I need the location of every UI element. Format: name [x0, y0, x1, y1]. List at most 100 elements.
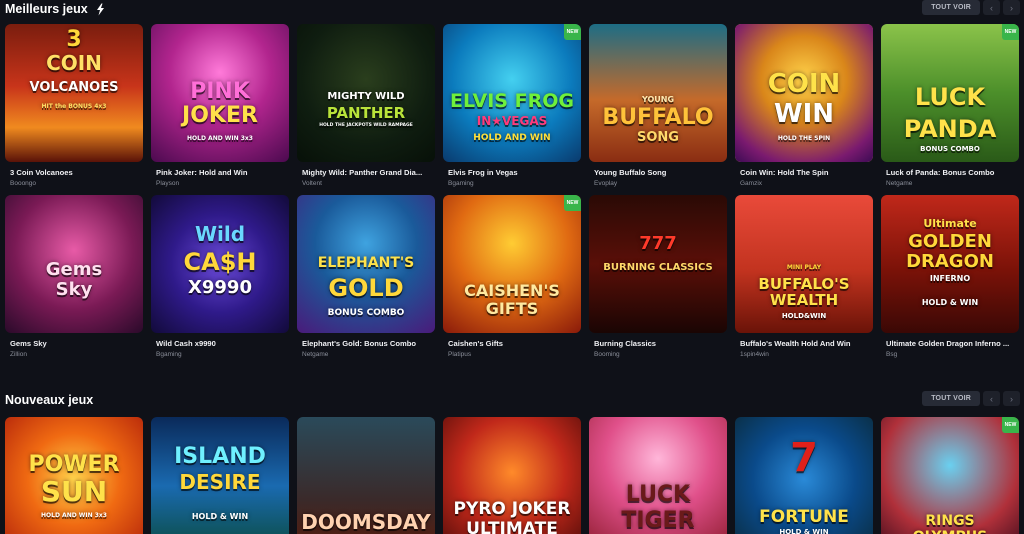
game-thumbnail[interactable]: Wild CA$H X9990	[151, 195, 289, 333]
game-provider: Netgame	[886, 180, 913, 187]
game-card[interactable]: 7 FORTUNE HOLD & WIN	[735, 417, 873, 534]
game-thumbnail[interactable]: POWER SUN HOLD AND WIN 3x3	[5, 417, 143, 534]
game-logo-text: X9990	[188, 277, 252, 298]
prev-arrow-button[interactable]: ‹	[983, 391, 1000, 406]
new-badge: NEW	[1002, 24, 1019, 40]
new-badge: NEW	[1002, 417, 1019, 433]
game-logo-text: PANDA	[903, 115, 997, 143]
game-logo-text: INFERNO	[929, 274, 971, 283]
game-card[interactable]: Ultimate GOLDEN DRAGON INFERNO HOLD & WIN Ult…	[881, 195, 1019, 358]
chevron-right-icon: ›	[1010, 393, 1013, 404]
game-title[interactable]: Ultimate Golden Dragon Inferno ...	[886, 339, 1020, 348]
game-card[interactable]: MINI PLAY BUFFALO'S WEALTH HOLD&WIN Buffalo'…	[735, 195, 873, 358]
game-title[interactable]: Burning Classics	[594, 339, 728, 348]
game-title[interactable]: Pink Joker: Hold and Win	[156, 168, 290, 177]
game-thumbnail[interactable]: LUCK PANDA BONUS COMBO NEW	[881, 24, 1019, 162]
game-title[interactable]: Mighty Wild: Panther Grand Dia...	[302, 168, 436, 177]
game-card[interactable]: ELVIS FROG IN★VEGAS HOLD AND WIN NEW Elvis F…	[443, 24, 581, 187]
game-logo-text: HIT the BONUS 4x3	[41, 103, 107, 110]
game-logo-text: HOLD & WIN	[921, 298, 979, 307]
game-provider: Platipus	[448, 351, 472, 358]
game-card[interactable]: 3 COIN VOLCANOES HIT the BONUS 4x3 3 Coin Vo…	[5, 24, 143, 187]
game-provider: Voltent	[302, 180, 322, 187]
game-thumbnail[interactable]: Ultimate GOLDEN DRAGON INFERNO HOLD & WIN	[881, 195, 1019, 333]
game-thumbnail[interactable]: DOOMSDAY	[297, 417, 435, 534]
game-card[interactable]: YOUNG BUFFALO SONG Young Buffalo Song Evopla…	[589, 24, 727, 187]
game-card[interactable]: 777 BURNING CLASSICS Burning Classics Boomi…	[589, 195, 727, 358]
lightning-icon	[94, 3, 107, 16]
game-logo-text: 777	[639, 233, 677, 254]
next-arrow-button[interactable]: ›	[1003, 0, 1020, 15]
game-logo-text: PANTHER	[326, 104, 406, 122]
game-logo-text: 3	[66, 27, 82, 52]
game-thumbnail[interactable]: PYRO JOKER ULTIMATE	[443, 417, 581, 534]
see-all-button[interactable]: TOUT VOIR	[922, 391, 980, 406]
game-thumbnail[interactable]: COIN WIN HOLD THE SPIN	[735, 24, 873, 162]
game-title[interactable]: Buffalo's Wealth Hold And Win	[740, 339, 874, 348]
game-title[interactable]: Luck of Panda: Bonus Combo	[886, 168, 1020, 177]
game-thumbnail[interactable]: Gems Sky	[5, 195, 143, 333]
game-card[interactable]: LUCK PANDA BONUS COMBO NEW Luck of Panda: Bo…	[881, 24, 1019, 187]
game-card[interactable]: ISLAND DESIRE HOLD & WIN	[151, 417, 289, 534]
game-thumbnail[interactable]: RINGSOLYMPUSNEW	[881, 417, 1019, 534]
game-logo-text: COIN	[767, 69, 841, 99]
game-card[interactable]: DOOMSDAY	[297, 417, 435, 534]
game-card[interactable]: COIN WIN HOLD THE SPIN Coin Win: Hold The S…	[735, 24, 873, 187]
game-thumbnail[interactable]: ISLAND DESIRE HOLD & WIN	[151, 417, 289, 534]
chevron-left-icon: ‹	[990, 393, 993, 404]
game-card[interactable]: RINGSOLYMPUSNEW	[881, 417, 1019, 534]
game-thumbnail[interactable]: MIGHTY WILD PANTHER HOLD THE JACKPOTS WILD…	[297, 24, 435, 162]
game-card[interactable]: Wild CA$H X9990 Wild Cash x9990 Bgaming	[151, 195, 289, 358]
game-logo-text: HOLD AND WIN 3x3	[41, 512, 107, 519]
game-logo-text: HOLD THE JACKPOTS WILD RAMPAGE	[319, 123, 413, 128]
game-thumbnail[interactable]: ELVIS FROG IN★VEGAS HOLD AND WIN NEW	[443, 24, 581, 162]
game-logo-text: Gems	[45, 259, 103, 280]
game-card[interactable]: ELEPHANT'S GOLD BONUS COMBO Elephant's Gold…	[297, 195, 435, 358]
game-provider: Booongo	[10, 180, 37, 187]
game-thumbnail[interactable]: PINK JOKER HOLD AND WIN 3x3	[151, 24, 289, 162]
game-card[interactable]: CAISHEN'S GIFTS NEW Caishen's Gifts Platipus	[443, 195, 581, 358]
game-title[interactable]: Caishen's Gifts	[448, 339, 582, 348]
game-logo-text: WEALTH	[769, 291, 839, 309]
game-provider: Booming	[594, 351, 620, 358]
game-logo-text: GOLDEN	[908, 231, 992, 252]
game-thumbnail[interactable]: CAISHEN'S GIFTS NEW	[443, 195, 581, 333]
game-logo-text: Sky	[55, 279, 93, 300]
game-thumbnail[interactable]: YOUNG BUFFALO SONG	[589, 24, 727, 162]
game-card[interactable]: Gems Sky Gems Sky Zillion	[5, 195, 143, 358]
game-logo-text: ISLAND	[174, 444, 266, 469]
game-title[interactable]: Young Buffalo Song	[594, 168, 728, 177]
game-thumbnail[interactable]: 777 BURNING CLASSICS	[589, 195, 727, 333]
game-card[interactable]: POWER SUN HOLD AND WIN 3x3	[5, 417, 143, 534]
section-title: Nouveaux jeux	[5, 393, 94, 407]
game-logo-text: BONUS COMBO	[327, 308, 405, 318]
game-logo-text: HOLD & WIN	[191, 512, 249, 521]
game-title[interactable]: Coin Win: Hold The Spin	[740, 168, 874, 177]
game-provider: Bsg	[886, 351, 898, 358]
game-title[interactable]: Elvis Frog in Vegas	[448, 168, 582, 177]
game-thumbnail[interactable]: LUCK TIGER	[589, 417, 727, 534]
game-card[interactable]: PINK JOKER HOLD AND WIN 3x3 Pink Joker: Hol…	[151, 24, 289, 187]
game-title[interactable]: 3 Coin Volcanoes	[10, 168, 144, 177]
new-badge: NEW	[564, 195, 581, 211]
see-all-button[interactable]: TOUT VOIR	[922, 0, 980, 15]
next-arrow-button[interactable]: ›	[1003, 391, 1020, 406]
game-logo-text: WIN	[773, 99, 835, 129]
game-card[interactable]: MIGHTY WILD PANTHER HOLD THE JACKPOTS WILD…	[297, 24, 435, 187]
game-thumbnail[interactable]: MINI PLAY BUFFALO'S WEALTH HOLD&WIN	[735, 195, 873, 333]
game-title[interactable]: Elephant's Gold: Bonus Combo	[302, 339, 436, 348]
game-logo-text: GIFTS	[485, 299, 539, 318]
prev-arrow-button[interactable]: ‹	[983, 0, 1000, 15]
game-thumbnail[interactable]: ELEPHANT'S GOLD BONUS COMBO	[297, 195, 435, 333]
game-card[interactable]: LUCK TIGER	[589, 417, 727, 534]
game-title[interactable]: Gems Sky	[10, 339, 144, 348]
game-title[interactable]: Wild Cash x9990	[156, 339, 290, 348]
game-logo-text: TIGER	[621, 508, 695, 533]
game-provider: Evoplay	[594, 180, 618, 187]
new-badge: NEW	[564, 24, 581, 40]
game-logo-text: FORTUNE	[759, 507, 849, 527]
game-thumbnail[interactable]: 7 FORTUNE HOLD & WIN	[735, 417, 873, 534]
game-thumbnail[interactable]: 3 COIN VOLCANOES HIT the BONUS 4x3	[5, 24, 143, 162]
game-logo-text: CAISHEN'S	[464, 281, 560, 300]
game-card[interactable]: PYRO JOKER ULTIMATE	[443, 417, 581, 534]
